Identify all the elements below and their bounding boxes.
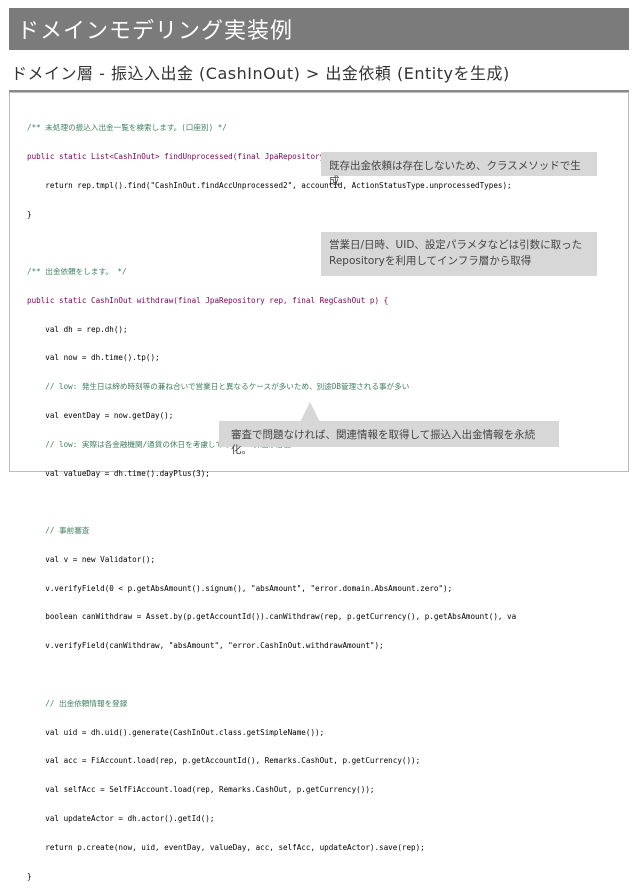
code-line: /** 未処理の振込入出金一覧を検索します。(口座別) */ bbox=[27, 123, 227, 133]
code-listing: /** 未処理の振込入出金一覧を検索します。(口座別) */ public st… bbox=[27, 104, 617, 891]
code-line: // low: 発生日は締め時刻等の兼ね合いで営業日と異なるケースが多いため、別… bbox=[27, 382, 410, 392]
code-line: val dh = rep.dh(); bbox=[27, 324, 128, 334]
callout-class-method: 既存出金依頼は存在しないため、クラスメソッドで生成 bbox=[321, 152, 597, 187]
code-line: // 事前審査 bbox=[27, 526, 90, 536]
code-line: val selfAcc = SelfFiAccount.load(rep, Re… bbox=[27, 785, 375, 795]
code-line: val v = new Validator(); bbox=[27, 554, 156, 564]
subtitle-text: ドメイン層 - 振込入出金 (CashInOut) > 出金依頼 (Entity… bbox=[11, 64, 510, 83]
code-line: val now = dh.time().tp(); bbox=[27, 353, 160, 363]
slide-title-bar: ドメインモデリング実装例 bbox=[9, 8, 629, 50]
callout-repository: 営業日/日時、UID、設定パラメタなどは引数に取った Repositoryを利用… bbox=[321, 232, 597, 276]
code-line: v.verifyField(canWithdraw, "absAmount", … bbox=[27, 641, 384, 651]
callout-pointer bbox=[300, 402, 320, 422]
code-line: val eventDay = now.getDay(); bbox=[27, 411, 174, 420]
code-line: v.verifyField(0 < p.getAbsAmount().signu… bbox=[27, 583, 453, 593]
code-line: } bbox=[27, 209, 32, 219]
slide-title: ドメインモデリング実装例 bbox=[17, 19, 294, 44]
code-line: } bbox=[27, 871, 32, 881]
code-line: val uid = dh.uid().generate(CashInOut.cl… bbox=[27, 727, 325, 737]
code-line: return p.create(now, uid, eventDay, valu… bbox=[27, 842, 425, 852]
code-line: public static CashInOut withdraw(final J… bbox=[27, 295, 389, 305]
slide-subtitle: ドメイン層 - 振込入出金 (CashInOut) > 出金依頼 (Entity… bbox=[9, 54, 629, 92]
code-line: return rep.tmpl().find("CashInOut.findAc… bbox=[27, 180, 512, 190]
code-line: val acc = FiAccount.load(rep, p.getAccou… bbox=[27, 756, 421, 766]
callout-text-line-1: 営業日/日時、UID、設定パラメタなどは引数に取った bbox=[329, 239, 583, 251]
code-line: val updateActor = dh.actor().getId(); bbox=[27, 813, 215, 823]
code-line: boolean canWithdraw = Asset.by(p.getAcco… bbox=[27, 612, 517, 622]
code-line: val valueDay = dh.time().dayPlus(3); bbox=[27, 468, 210, 478]
code-line: // 出金依頼情報を登録 bbox=[27, 698, 128, 708]
callout-persist: 審査で問題なければ、関連情報を取得して振込入出金情報を永続化。 bbox=[219, 421, 559, 456]
callout-text-line-2: Repositoryを利用してインフラ層から取得 bbox=[329, 255, 532, 267]
